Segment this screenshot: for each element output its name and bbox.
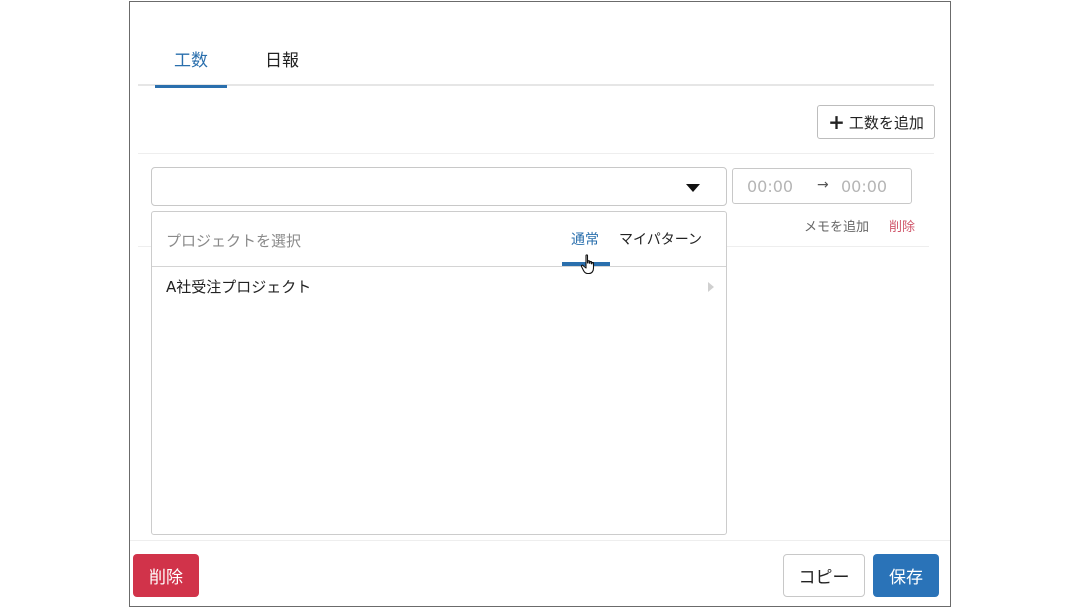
tab-nippo[interactable]: 日報 xyxy=(246,40,318,86)
row-divider xyxy=(727,246,929,247)
save-button[interactable]: 保存 xyxy=(873,554,939,597)
divider xyxy=(138,153,934,154)
add-koushu-label: 工数を追加 xyxy=(848,113,924,132)
project-select[interactable] xyxy=(151,167,727,206)
row-divider-left xyxy=(138,246,152,247)
tab-koushu[interactable]: 工数 xyxy=(155,40,227,88)
dropdown-tab-mypattern[interactable]: マイパターン xyxy=(619,229,702,249)
dropdown-tab-normal[interactable]: 通常 xyxy=(571,229,599,249)
plus-icon: + xyxy=(828,110,845,134)
project-item-label: A社受注プロジェクト xyxy=(166,278,312,296)
tab-bar: 工数 日報 xyxy=(138,40,934,88)
time-end-input[interactable]: 00:00 xyxy=(841,177,887,196)
work-entry-modal: 工数 日報 + 工数を追加 00:00 → 00:00 メモを追加 削除 プロジ… xyxy=(129,1,951,607)
copy-button[interactable]: コピー xyxy=(783,554,865,597)
add-memo-link[interactable]: メモを追加 xyxy=(804,216,869,235)
caret-down-icon xyxy=(686,184,700,192)
project-dropdown: プロジェクトを選択 通常 マイパターン A社受注プロジェクト xyxy=(151,211,727,535)
project-search-input[interactable]: プロジェクトを選択 xyxy=(166,230,301,251)
project-search-bar: プロジェクトを選択 通常 マイパターン xyxy=(152,212,726,275)
list-item[interactable]: A社受注プロジェクト xyxy=(152,268,726,304)
time-range: 00:00 → 00:00 xyxy=(732,168,912,204)
footer-divider xyxy=(130,540,950,541)
add-koushu-button[interactable]: + 工数を追加 xyxy=(817,105,935,139)
chevron-right-icon xyxy=(708,282,714,292)
delete-button[interactable]: 削除 xyxy=(133,554,199,597)
delete-entry-link[interactable]: 削除 xyxy=(889,216,915,235)
time-start-input[interactable]: 00:00 xyxy=(747,177,793,196)
arrow-right-icon: → xyxy=(817,177,829,193)
